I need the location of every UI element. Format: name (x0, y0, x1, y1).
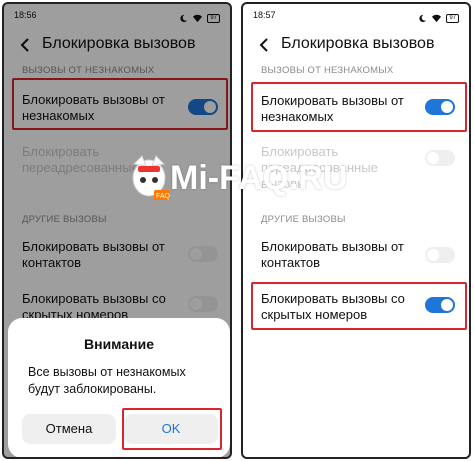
block-forwarded-toggle[interactable] (425, 150, 455, 166)
dialog-title: Внимание (84, 336, 154, 352)
highlight-frame (251, 282, 467, 330)
page-title: Блокировка вызовов (281, 35, 435, 52)
status-bar: 18:57 97 (243, 4, 469, 26)
battery-icon: 97 (446, 13, 459, 23)
section-header-other: ДРУГИЕ ВЫЗОВЫ (261, 214, 346, 225)
ok-highlight-frame (122, 408, 222, 450)
block-contacts-label: Блокировать вызовы от контактов (261, 239, 404, 270)
mascot-icon: FAQ (132, 155, 171, 200)
cancel-button[interactable]: Отмена (22, 414, 116, 444)
dialog-message: Все вызовы от незнакомых будут заблокиро… (28, 365, 186, 396)
block-contacts-row[interactable]: Блокировать вызовы от контактов (243, 238, 469, 278)
right-phone-screen: 18:57 97 Блокировка вызовов ВЫЗОВЫ ОТ НЕ… (241, 2, 471, 459)
faq-badge: FAQ (156, 193, 171, 200)
left-phone-screen: 18:56 97 Блокировка вызовов ВЫЗОВЫ ОТ НЕ… (2, 2, 232, 459)
wifi-icon (432, 14, 442, 22)
highlight-frame (251, 82, 467, 132)
watermark-text: Mi-FAQ.RU (170, 159, 348, 197)
warning-dialog: Внимание Все вызовы от незнакомых будут … (8, 318, 230, 457)
back-arrow-icon[interactable] (257, 36, 271, 54)
status-time: 18:57 (253, 10, 276, 20)
top-bar: Блокировка вызовов (243, 32, 469, 60)
dnd-icon (419, 14, 427, 22)
section-header-unknown: ВЫЗОВЫ ОТ НЕЗНАКОМЫХ (261, 65, 394, 76)
block-contacts-toggle[interactable] (425, 247, 455, 263)
watermark: FAQ Mi-FAQ.RU (118, 152, 368, 210)
